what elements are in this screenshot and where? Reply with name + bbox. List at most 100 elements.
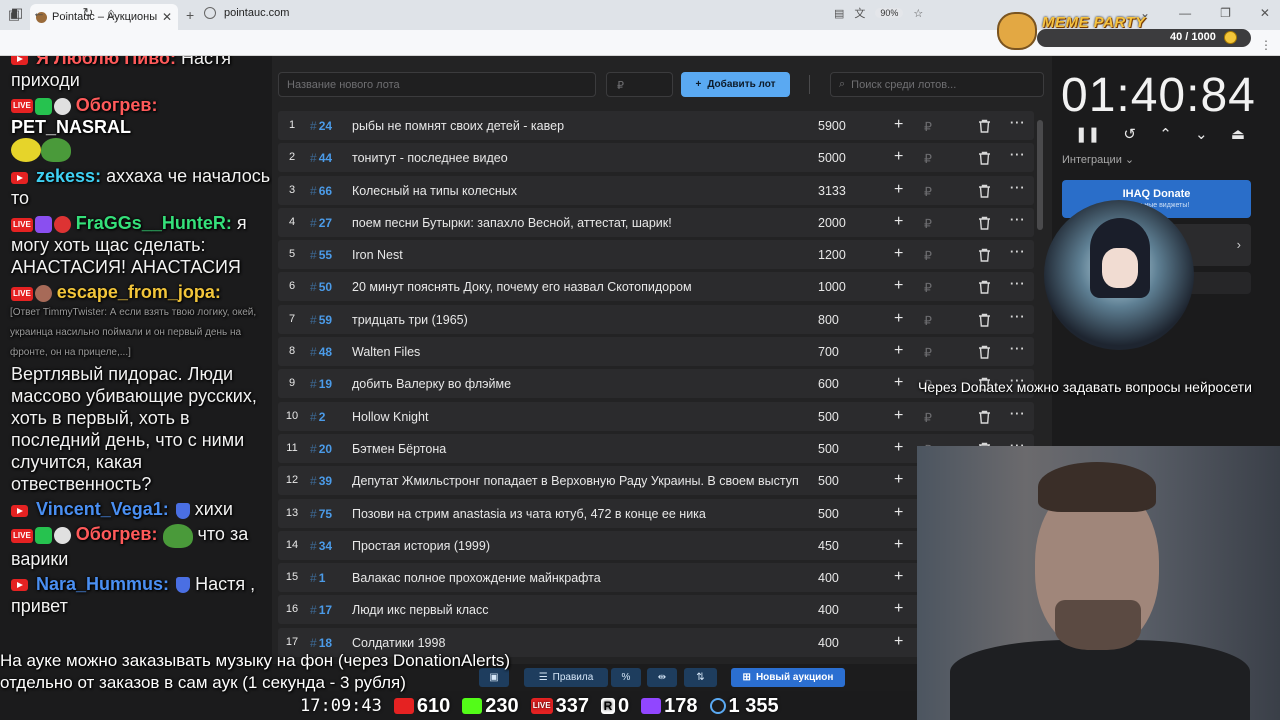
- trash-icon[interactable]: [978, 280, 992, 295]
- lot-title[interactable]: Депутат Жмильстронг попадает в Верховную…: [352, 474, 802, 488]
- lot-row[interactable]: 8 48 Walten Files 700 + ₽ ···: [278, 337, 1034, 367]
- reload-icon[interactable]: ↻: [79, 4, 97, 22]
- split-icon[interactable]: ⇹: [647, 668, 677, 687]
- sidebar-icon[interactable]: ◧: [8, 4, 26, 22]
- close-window-icon[interactable]: ✕: [1260, 6, 1270, 20]
- more-options-icon[interactable]: ···: [1010, 148, 1026, 162]
- more-options-icon[interactable]: ···: [1010, 181, 1026, 195]
- lot-title[interactable]: добить Валерку во флэйме: [352, 377, 802, 391]
- lot-price-input[interactable]: ₽: [606, 72, 673, 97]
- rules-button[interactable]: ☰ Правила: [524, 668, 608, 687]
- add-amount-icon[interactable]: +: [894, 245, 903, 263]
- chevron-up-icon[interactable]: ⌃: [1159, 125, 1172, 143]
- lot-title[interactable]: Hollow Knight: [352, 410, 802, 424]
- amount-currency[interactable]: ₽: [924, 313, 932, 328]
- lot-title[interactable]: Простая история (1999): [352, 539, 802, 553]
- lot-title[interactable]: Позови на стрим anastasia из чата ютуб, …: [352, 507, 802, 521]
- lot-list-scrollbar[interactable]: [1037, 120, 1043, 230]
- trash-icon[interactable]: [978, 345, 992, 359]
- add-amount-icon[interactable]: +: [894, 148, 903, 166]
- more-options-icon[interactable]: ···: [1010, 310, 1026, 324]
- lot-title[interactable]: Валакас полное прохождение майнкрафта: [352, 571, 802, 585]
- lot-row[interactable]: 4 27 поем песни Бутырки: запахло Весной, а…: [278, 207, 1034, 237]
- add-amount-icon[interactable]: +: [894, 407, 903, 425]
- back-icon[interactable]: ←: [30, 4, 48, 22]
- trash-icon[interactable]: [978, 184, 992, 198]
- add-amount-icon[interactable]: +: [894, 439, 903, 457]
- add-amount-icon[interactable]: +: [894, 181, 903, 199]
- lot-row[interactable]: 3 66 Колесный на типы колесных 3133 + ₽ ···: [278, 175, 1034, 205]
- add-amount-icon[interactable]: +: [894, 310, 903, 328]
- amount-currency[interactable]: ₽: [924, 184, 932, 199]
- more-options-icon[interactable]: ···: [1010, 342, 1026, 356]
- add-amount-icon[interactable]: +: [894, 504, 903, 522]
- lot-title[interactable]: поем песни Бутырки: запахло Весной, атте…: [352, 216, 802, 230]
- lot-title[interactable]: Walten Files: [352, 345, 802, 359]
- amount-currency[interactable]: ₽: [924, 119, 932, 134]
- amount-currency[interactable]: ₽: [924, 151, 932, 166]
- more-options-icon[interactable]: ···: [1010, 213, 1026, 227]
- lot-title[interactable]: Iron Nest: [352, 248, 802, 262]
- add-amount-icon[interactable]: +: [894, 116, 903, 134]
- lot-title[interactable]: Солдатики 1998: [352, 636, 802, 650]
- add-amount-icon[interactable]: +: [894, 213, 903, 231]
- trash-icon[interactable]: [978, 216, 992, 230]
- add-amount-icon[interactable]: +: [894, 633, 903, 651]
- add-amount-icon[interactable]: +: [894, 600, 903, 618]
- close-tab-icon[interactable]: ✕: [162, 10, 172, 24]
- sort-icon[interactable]: ⇅: [684, 668, 717, 687]
- lot-title[interactable]: тридцать три (1965): [352, 313, 802, 327]
- lot-row[interactable]: 1 24 рыбы не помнят своих детей - кавер 590…: [278, 111, 1034, 140]
- collapse-icon[interactable]: ⏏: [1231, 125, 1245, 143]
- add-amount-icon[interactable]: +: [894, 342, 903, 360]
- lot-row[interactable]: 2 44 тонитут - последнее видео 5000 + ₽ ···: [278, 143, 1034, 173]
- add-amount-icon[interactable]: +: [894, 374, 903, 392]
- lot-name-input[interactable]: Название нового лота: [278, 72, 596, 97]
- restore-icon[interactable]: ❐: [1220, 6, 1231, 20]
- more-options-icon[interactable]: ···: [1010, 116, 1026, 130]
- lot-title[interactable]: Бэтмен Бёртона: [352, 442, 802, 456]
- lot-row[interactable]: 6 50 20 минут пояснять Доку, почему его на…: [278, 272, 1034, 302]
- forward-icon[interactable]: →: [55, 4, 73, 22]
- add-amount-icon[interactable]: +: [894, 536, 903, 554]
- favorite-star-icon[interactable]: ☆: [913, 7, 923, 20]
- new-tab-icon[interactable]: +: [186, 7, 194, 23]
- amount-currency[interactable]: ₽: [924, 248, 932, 263]
- add-lot-button[interactable]: + Добавить лот: [681, 72, 790, 97]
- lot-title[interactable]: 20 минут пояснять Доку, почему его назва…: [352, 280, 802, 294]
- chevron-down-icon[interactable]: ⌄: [1195, 125, 1208, 143]
- minimize-icon[interactable]: —: [1179, 6, 1191, 20]
- lot-title[interactable]: тонитут - последнее видео: [352, 151, 802, 165]
- more-options-icon[interactable]: ···: [1010, 277, 1026, 291]
- lot-row[interactable]: 555Iron Nest1200+₽···: [278, 240, 1034, 270]
- amount-currency[interactable]: ₽: [924, 410, 932, 425]
- trash-icon[interactable]: [978, 410, 992, 424]
- amount-currency[interactable]: ₽: [924, 280, 932, 295]
- trash-icon[interactable]: [978, 313, 992, 327]
- lot-title[interactable]: Колесный на типы колесных: [352, 184, 802, 198]
- more-options-icon[interactable]: ···: [1010, 407, 1026, 421]
- url-field[interactable]: pointauc.com: [204, 3, 924, 23]
- add-amount-icon[interactable]: +: [894, 471, 903, 489]
- lot-row[interactable]: 7 59 тридцать три (1965) 800 + ₽ ···: [278, 304, 1034, 334]
- more-options-icon[interactable]: ···: [1010, 245, 1026, 259]
- site-info-icon[interactable]: [204, 7, 216, 19]
- add-amount-icon[interactable]: +: [894, 277, 903, 295]
- amount-currency[interactable]: ₽: [924, 345, 932, 360]
- pause-icon[interactable]: ❚❚: [1075, 125, 1100, 143]
- percent-button[interactable]: %: [611, 668, 641, 687]
- reset-icon[interactable]: ↺: [1123, 125, 1136, 143]
- lot-row[interactable]: 10 2 Hollow Knight 500 + ₽ ···: [278, 401, 1034, 431]
- zoom-level[interactable]: 90%: [875, 8, 904, 18]
- new-auction-button[interactable]: ⊞ Новый аукцион: [731, 668, 845, 687]
- add-amount-icon[interactable]: +: [894, 568, 903, 586]
- integrations-toggle[interactable]: Интеграции ⌄: [1062, 153, 1134, 166]
- home-icon[interactable]: ⌂: [102, 4, 120, 22]
- trash-icon[interactable]: [978, 151, 992, 165]
- trash-icon[interactable]: [978, 248, 992, 262]
- browser-menu-icon[interactable]: ⋮: [1260, 38, 1272, 52]
- amount-currency[interactable]: ₽: [924, 216, 932, 231]
- lot-title[interactable]: рыбы не помнят своих детей - кавер: [352, 119, 802, 133]
- translate-icon[interactable]: 文: [854, 5, 865, 21]
- trash-icon[interactable]: [978, 119, 992, 133]
